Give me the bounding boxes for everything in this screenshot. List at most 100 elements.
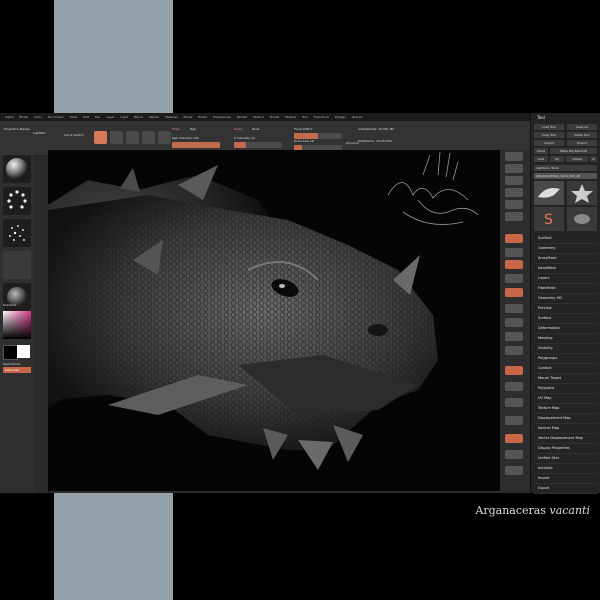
zoom3d-button[interactable] [505, 332, 523, 341]
menu-item-preferences[interactable]: Preferences [213, 113, 231, 121]
tool-thumb-eraser[interactable] [567, 207, 597, 231]
menu-item-movie[interactable]: Movie [183, 113, 192, 121]
actual-button[interactable] [505, 200, 523, 209]
scroll-button[interactable] [505, 176, 523, 185]
subpalette-geometry[interactable]: Geometry [534, 244, 598, 254]
switch-color-button[interactable]: SwitchColor [3, 362, 21, 366]
spix-button[interactable] [505, 164, 523, 173]
main-color-swatch[interactable] [3, 345, 18, 360]
floor-button[interactable] [505, 248, 523, 257]
canvas-viewport[interactable] [48, 150, 500, 491]
menu-item-material[interactable]: Material [165, 113, 177, 121]
aahalf-button[interactable] [505, 212, 523, 221]
move-mode-button[interactable] [126, 131, 139, 144]
move-button[interactable] [505, 318, 523, 327]
solo-button[interactable] [505, 398, 523, 407]
subpalette-uv-map[interactable]: UV Map [534, 394, 598, 404]
make-polymesh-button[interactable]: Make PolyMesh3D [550, 148, 597, 154]
menu-item-file[interactable]: File [95, 113, 100, 121]
ghost-button[interactable] [505, 450, 523, 459]
scale-mode-button[interactable] [142, 131, 155, 144]
local-button[interactable] [505, 260, 523, 269]
subpalette-initialize[interactable]: Initialize [534, 464, 598, 474]
menu-item-render[interactable]: Render [237, 113, 248, 121]
visible-button[interactable]: Visible [566, 156, 588, 162]
subpalette-subtool[interactable]: SubTool [534, 234, 598, 244]
menu-item-stroke[interactable]: Stroke [270, 113, 280, 121]
subpalette-layers[interactable]: Layers [534, 274, 598, 284]
menu-item-document[interactable]: Document [48, 113, 64, 121]
subpalette-polygroups[interactable]: Polygroups [534, 354, 598, 364]
menu-item-layer[interactable]: Layer [106, 113, 114, 121]
paste-tool-button[interactable]: Paste Tool [567, 132, 597, 138]
menu-item-transform[interactable]: Transform [314, 113, 329, 121]
menu-item-picker[interactable]: Picker [198, 113, 207, 121]
subpalette-unified-skin[interactable]: Unified Skin [534, 454, 598, 464]
lightbox-tools-button[interactable]: Lightbox› Tools [534, 165, 597, 171]
persp-button[interactable] [505, 234, 523, 243]
clone-button[interactable]: Clone [534, 148, 548, 154]
subpalette-fibermesh[interactable]: FiberMesh [534, 284, 598, 294]
secondary-color-swatch[interactable] [17, 345, 30, 358]
subpalette-visibility[interactable]: Visibility [534, 344, 598, 354]
line-fill-button[interactable] [505, 466, 523, 475]
menu-item-brush[interactable]: Brush [20, 113, 29, 121]
subpalette-displacement-map[interactable]: Displacement Map [534, 414, 598, 424]
gxyz-button[interactable] [505, 288, 523, 297]
menu-item-color[interactable]: Color [34, 113, 42, 121]
transp-button[interactable] [505, 382, 523, 391]
rotate-mode-button[interactable] [158, 131, 171, 144]
r-button[interactable]: R [590, 156, 597, 162]
subpalette-geometry-hd[interactable]: Geometry HD [534, 294, 598, 304]
zsub-button[interactable]: Zsub [252, 127, 259, 131]
menu-item-alpha[interactable]: Alpha [5, 113, 14, 121]
menu-item-draw[interactable]: Draw [69, 113, 77, 121]
tool-thumb-simplebrush[interactable]: S [534, 207, 564, 231]
edit-mode-button[interactable] [94, 131, 107, 144]
subpalette-surface[interactable]: Surface [534, 314, 598, 324]
alternate-button[interactable]: Alternate [3, 367, 31, 373]
menu-item-light[interactable]: Light [120, 113, 128, 121]
subpalette-texture-map[interactable]: Texture Map [534, 404, 598, 414]
menu-item-macro[interactable]: Macro [134, 113, 143, 121]
polyf-button[interactable] [505, 366, 523, 375]
material-picker[interactable] [3, 155, 31, 183]
menu-item-zscript[interactable]: Zscript [352, 113, 362, 121]
subpalette-display-properties[interactable]: Display Properties [534, 444, 598, 454]
zadd-button[interactable]: Zadd [234, 127, 242, 131]
subpalette-arraymesh[interactable]: ArrayMesh [534, 254, 598, 264]
load-tool-button[interactable]: Load Tool [534, 124, 564, 130]
menu-item-edit[interactable]: Edit [83, 113, 89, 121]
subpalette-morph-target[interactable]: Morph Target [534, 374, 598, 384]
dynamic-persp-button[interactable] [505, 434, 523, 443]
color-picker[interactable] [3, 311, 31, 339]
frame-button[interactable] [505, 304, 523, 313]
export-tool-button[interactable]: Export [567, 140, 597, 146]
xpose-button[interactable] [505, 416, 523, 425]
rgb-intensity-slider[interactable] [172, 142, 220, 148]
copy-tool-button[interactable]: Copy Tool [534, 132, 564, 138]
subpalette-nanomesh[interactable]: NanoMesh [534, 264, 598, 274]
rotate-button[interactable] [505, 346, 523, 355]
menu-item-zplugin[interactable]: Zplugin [335, 113, 346, 121]
menu-item-texture[interactable]: Texture [285, 113, 296, 121]
tool-thumb-dragon[interactable] [534, 181, 564, 205]
subpalette-masking[interactable]: Masking [534, 334, 598, 344]
menu-item-tool[interactable]: Tool [302, 113, 308, 121]
alpha-picker[interactable] [3, 219, 31, 247]
subpalette-import[interactable]: Import [534, 474, 598, 484]
current-tool-name[interactable]: ARGANACERAS_2019_005_48 [534, 173, 597, 179]
lightbox-button[interactable]: LightBox [33, 131, 46, 135]
save-as-button[interactable]: Save As [567, 124, 597, 130]
subpalette-polypaint[interactable]: Polypaint [534, 384, 598, 394]
subpalette-contact[interactable]: Contact [534, 364, 598, 374]
lsym-button[interactable] [505, 274, 523, 283]
menu-item-marker[interactable]: Marker [149, 113, 159, 121]
import-tool-button[interactable]: Import [534, 140, 564, 146]
zoom-button[interactable] [505, 188, 523, 197]
bpr-button[interactable] [505, 152, 523, 161]
menu-item-stencil[interactable]: Stencil [253, 113, 263, 121]
goz-button[interactable]: GoZ [534, 156, 548, 162]
tool-thumb-polymesh[interactable] [567, 181, 597, 205]
all-button[interactable]: All [550, 156, 564, 162]
